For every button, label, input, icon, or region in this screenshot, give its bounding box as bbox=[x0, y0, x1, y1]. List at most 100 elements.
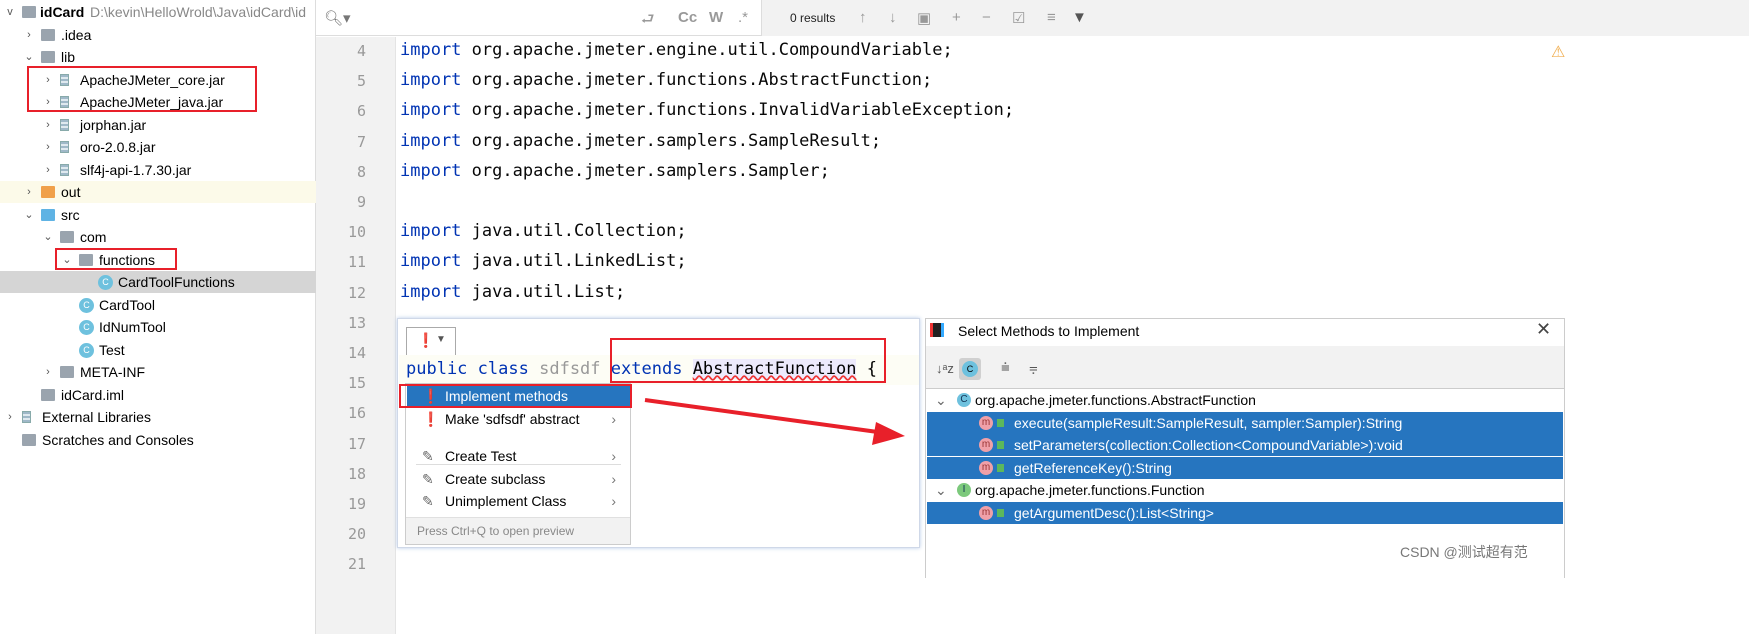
annotation-box-implement bbox=[399, 384, 632, 408]
tree-item[interactable]: › .idea bbox=[0, 24, 316, 46]
filter-icon[interactable]: ▼ bbox=[1072, 9, 1087, 26]
chevron-down-icon[interactable]: ⌄ bbox=[935, 479, 947, 501]
warning-icon[interactable]: ⚠ bbox=[1551, 42, 1565, 62]
arrow-down-icon[interactable]: ↓ bbox=[889, 9, 897, 26]
intention-menu-item[interactable]: ✎ Create subclass › bbox=[407, 468, 630, 490]
code-line: import java.util.LinkedList; bbox=[400, 251, 687, 272]
tree-item[interactable]: C CardTool bbox=[0, 294, 316, 316]
class-icon: C bbox=[962, 361, 978, 377]
red-bulb-icon: ❗ bbox=[417, 332, 435, 348]
tree-item[interactable]: › out bbox=[0, 181, 316, 204]
annotation-arrow bbox=[644, 398, 905, 445]
intention-menu-item[interactable]: ✎ Unimplement Class › bbox=[407, 490, 630, 512]
method-row[interactable]: m getArgumentDesc():List<String> bbox=[927, 501, 1563, 524]
line-number: 13 bbox=[347, 313, 366, 332]
match-case-toggle[interactable]: Cc bbox=[678, 9, 697, 26]
lock-open-icon bbox=[997, 441, 1004, 449]
chevron-down-icon[interactable]: ⌄ bbox=[23, 204, 35, 226]
chevron-down-icon[interactable]: ⌄ bbox=[935, 389, 947, 411]
intellij-logo-icon bbox=[930, 323, 944, 337]
line-number: 20 bbox=[347, 525, 366, 544]
close-icon[interactable]: ✕ bbox=[1536, 319, 1551, 340]
class-group-row[interactable]: ⌄ I org.apache.jmeter.functions.Function bbox=[927, 479, 1563, 501]
line-number: 19 bbox=[347, 495, 366, 513]
regex-toggle[interactable]: .* bbox=[738, 9, 748, 26]
chevron-right-icon[interactable]: › bbox=[42, 114, 54, 136]
tree-item[interactable]: C CardToolFunctions bbox=[0, 271, 316, 294]
select-all-icon[interactable]: ▣ bbox=[917, 9, 931, 27]
chevron-right-icon[interactable]: › bbox=[23, 181, 35, 203]
tree-item[interactable]: › oro-2.0.8.jar bbox=[0, 136, 316, 158]
search-results: 0 results bbox=[790, 11, 836, 25]
code-line: import org.apache.jmeter.functions.Abstr… bbox=[400, 70, 933, 91]
method-row[interactable]: m getReferenceKey():String bbox=[927, 456, 1563, 479]
lock-open-icon bbox=[997, 463, 1004, 472]
tree-item[interactable]: ⌄ com bbox=[0, 226, 316, 248]
wrap-icon[interactable]: ⮐ bbox=[641, 9, 655, 34]
lock-open-icon bbox=[997, 418, 1004, 427]
method-row[interactable]: m setParameters(collection:Collection<Co… bbox=[927, 434, 1563, 456]
package-icon bbox=[60, 231, 74, 244]
chevron-down-icon[interactable]: ⌄ bbox=[42, 226, 54, 248]
tree-item[interactable]: › jorphan.jar bbox=[0, 114, 316, 136]
tree-item[interactable]: › External Libraries bbox=[0, 406, 316, 428]
folder-blue-icon bbox=[41, 208, 55, 221]
code-line: import org.apache.jmeter.samplers.Sample… bbox=[400, 160, 830, 181]
remove-occurrence-icon[interactable]: − bbox=[982, 9, 991, 26]
line-number: 10 bbox=[347, 223, 366, 242]
intention-bulb-button[interactable]: ❗ ▼ bbox=[406, 327, 456, 357]
line-number: 16 bbox=[347, 404, 366, 423]
class-icon: C bbox=[79, 320, 94, 336]
tree-item[interactable]: ⌄ lib bbox=[0, 46, 316, 68]
class-group-row[interactable]: ⌄ C org.apache.jmeter.functions.Abstract… bbox=[927, 389, 1563, 411]
chevron-right-icon[interactable]: › bbox=[42, 159, 54, 181]
words-toggle[interactable]: W bbox=[709, 9, 723, 26]
tree-item[interactable]: ⌄ src bbox=[0, 204, 316, 226]
chevron-right-icon: › bbox=[611, 411, 616, 427]
code-line: import java.util.Collection; bbox=[400, 221, 687, 242]
preview-hint: Press Ctrl+Q to open preview bbox=[406, 517, 630, 544]
tree-item[interactable]: Scratches and Consoles bbox=[0, 429, 316, 451]
intention-menu-item[interactable]: ❗ Make 'sdfsdf' abstract › bbox=[407, 408, 630, 430]
line-number: 21 bbox=[347, 555, 366, 574]
filter-options-icon[interactable]: ≡ bbox=[1047, 9, 1056, 26]
chevron-right-icon[interactable]: › bbox=[42, 361, 54, 383]
annotation-box-jars bbox=[27, 66, 257, 112]
line-number: 14 bbox=[347, 344, 366, 362]
method-icon: m bbox=[979, 505, 993, 520]
method-row[interactable]: m execute(sampleResult:SampleResult, sam… bbox=[927, 411, 1563, 434]
folder-icon bbox=[60, 366, 74, 379]
search-icon[interactable]: 🔍︎▾ bbox=[324, 9, 351, 27]
tree-item[interactable]: › META-INF bbox=[0, 361, 316, 383]
jar-icon bbox=[60, 141, 69, 154]
edit-icon: ✎ bbox=[422, 493, 434, 509]
tree-item[interactable]: C IdNumTool bbox=[0, 316, 316, 338]
chevron-down-icon: ▼ bbox=[436, 334, 446, 345]
interface-icon: I bbox=[957, 483, 971, 497]
iml-icon bbox=[41, 388, 55, 401]
jar-icon bbox=[60, 118, 69, 131]
class-icon: C bbox=[957, 393, 971, 407]
sort-alpha-icon[interactable]: ↓ᵃz bbox=[936, 361, 954, 376]
class-icon: C bbox=[98, 275, 113, 291]
chevron-right-icon[interactable]: › bbox=[4, 406, 16, 428]
folder-icon bbox=[41, 28, 55, 41]
chevron-down-icon[interactable]: ⌄ bbox=[23, 46, 35, 68]
tree-item[interactable]: › slf4j-api-1.7.30.jar bbox=[0, 159, 316, 181]
arrow-up-icon[interactable]: ↑ bbox=[859, 9, 867, 26]
tree-item[interactable]: idCard.iml bbox=[0, 384, 316, 406]
lock-open-icon bbox=[997, 508, 1004, 517]
project-root[interactable]: v idCard D:\kevin\HelloWrold\Java\idCard… bbox=[0, 1, 316, 23]
chevron-right-icon[interactable]: › bbox=[23, 24, 35, 46]
show-classes-toggle[interactable]: C bbox=[959, 358, 981, 380]
chevron-right-icon[interactable]: › bbox=[42, 136, 54, 158]
collapse-all-icon[interactable]: ⩦ bbox=[1029, 359, 1038, 376]
red-bulb-icon: ❗ bbox=[422, 411, 440, 427]
expand-all-icon[interactable]: ⩧ bbox=[1001, 359, 1010, 376]
edit-icon: ✎ bbox=[422, 471, 434, 487]
add-occurrence-icon[interactable]: + bbox=[952, 9, 961, 26]
chevron-right-icon: › bbox=[611, 493, 616, 509]
tree-item[interactable]: C Test bbox=[0, 339, 316, 361]
select-occurrences-icon[interactable]: ☑ bbox=[1012, 9, 1025, 27]
line-number: 6 bbox=[356, 102, 366, 121]
